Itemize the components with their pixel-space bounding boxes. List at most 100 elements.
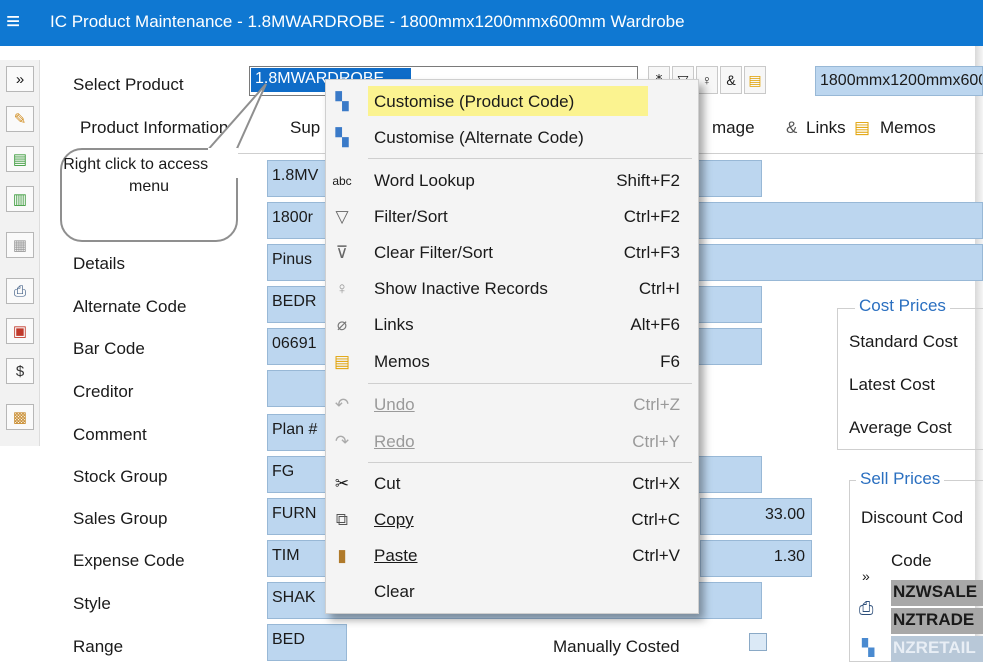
menu-item-label: Links bbox=[374, 315, 414, 334]
sell-prices-title: Sell Prices bbox=[856, 469, 945, 489]
menu-item-shortcut: Ctrl+V bbox=[632, 546, 680, 565]
menu-item-filter-sort[interactable]: ▽ Filter/Sort Ctrl+F2 bbox=[326, 199, 698, 235]
memo-icon: ▤ bbox=[333, 352, 351, 371]
inactive-records-icon: ♀ bbox=[335, 279, 349, 298]
product-description-field[interactable]: 1800mmx1200mmx600mm Wardrobe bbox=[815, 66, 983, 96]
expand-chevron-icon[interactable]: » bbox=[862, 568, 870, 584]
customise-icon: ▚ bbox=[335, 92, 349, 111]
context-menu: ▚ Customise (Product Code) ▚ Customise (… bbox=[325, 79, 699, 614]
memo-icon: ▤ bbox=[854, 118, 871, 137]
menu-separator bbox=[368, 158, 692, 159]
sales-group-label: Sales Group bbox=[73, 509, 168, 528]
menu-item-label: Customise (Alternate Code) bbox=[374, 128, 584, 147]
menu-item-label: Show Inactive Records bbox=[374, 279, 548, 298]
tab-supplier[interactable]: Sup bbox=[290, 118, 320, 138]
standard-cost-label: Standard Cost bbox=[849, 332, 958, 351]
menu-item-redo[interactable]: ↷ Redo Ctrl+Y bbox=[326, 424, 698, 460]
discount-code-label: Discount Cod bbox=[861, 508, 964, 527]
menu-item-word-lookup[interactable]: abc Word Lookup Shift+F2 bbox=[326, 163, 698, 199]
links-icon[interactable]: & bbox=[720, 66, 742, 94]
menu-item-shortcut: Shift+F2 bbox=[616, 171, 680, 190]
stock-icon[interactable]: ▩ bbox=[6, 404, 34, 430]
menu-separator bbox=[368, 383, 692, 384]
menu-item-label: Word Lookup bbox=[374, 171, 475, 190]
menu-item-paste[interactable]: ▮ Paste Ctrl+V bbox=[326, 538, 698, 574]
paperclip-icon: ⌀ bbox=[336, 315, 348, 334]
menu-item-label: Clear bbox=[374, 582, 415, 601]
menu-item-show-inactive-records[interactable]: ♀ Show Inactive Records Ctrl+I bbox=[326, 271, 698, 307]
range-label: Range bbox=[73, 637, 124, 656]
menu-item-customise-product-code[interactable]: ▚ Customise (Product Code) bbox=[326, 84, 698, 120]
delete-record-icon[interactable]: ▦ bbox=[6, 232, 34, 258]
tab-memos[interactable]: Memos bbox=[880, 118, 936, 138]
links-icon: & bbox=[786, 118, 798, 137]
menu-item-label: Memos bbox=[374, 352, 430, 371]
manually-costed-checkbox[interactable] bbox=[749, 633, 767, 651]
menu-item-label: Customise (Product Code) bbox=[374, 92, 575, 111]
customise-icon[interactable]: ▚ bbox=[862, 638, 874, 658]
bar-code-label: Bar Code bbox=[73, 339, 145, 358]
menu-item-customise-alternate-code[interactable]: ▚ Customise (Alternate Code) bbox=[326, 120, 698, 156]
card-icon[interactable]: ▣ bbox=[6, 318, 34, 344]
sell-price-row[interactable]: NZRETAIL bbox=[891, 636, 983, 662]
style-label: Style bbox=[73, 594, 111, 613]
menu-item-shortcut: Ctrl+F2 bbox=[623, 207, 680, 226]
menu-item-shortcut: Ctrl+Z bbox=[633, 395, 680, 414]
menu-item-label: Copy bbox=[374, 510, 414, 529]
title-bar: ≡ IC Product Maintenance - 1.8MWARDROBE … bbox=[0, 0, 983, 46]
code-column-header: Code bbox=[891, 551, 932, 570]
redo-icon: ↷ bbox=[334, 432, 350, 451]
range-field[interactable]: BED bbox=[267, 624, 347, 661]
stock-group-label: Stock Group bbox=[73, 467, 168, 486]
copy-record-icon[interactable]: ▥ bbox=[6, 186, 34, 212]
alternate-code-label: Alternate Code bbox=[73, 297, 187, 316]
menu-item-label: Undo bbox=[374, 395, 415, 414]
menu-item-copy[interactable]: ⧉ Copy Ctrl+C bbox=[326, 502, 698, 538]
menu-item-shortcut: Ctrl+I bbox=[638, 279, 680, 298]
inactive-records-icon[interactable]: ♀ bbox=[696, 66, 718, 94]
paste-icon: ▮ bbox=[337, 546, 347, 565]
menu-item-memos[interactable]: ▤ Memos F6 bbox=[326, 344, 698, 380]
details-label: Details bbox=[73, 254, 125, 273]
window-title: IC Product Maintenance - 1.8MWARDROBE - … bbox=[50, 12, 685, 31]
clear-filter-icon: ⊽ bbox=[335, 243, 349, 262]
tab-links[interactable]: Links bbox=[806, 118, 846, 138]
menu-item-clear-filter-sort[interactable]: ⊽ Clear Filter/Sort Ctrl+F3 bbox=[326, 235, 698, 271]
creditor-label: Creditor bbox=[73, 382, 134, 401]
menu-item-shortcut: Alt+F6 bbox=[630, 315, 680, 334]
edit-icon[interactable]: ✎ bbox=[6, 106, 34, 132]
menu-item-label: Cut bbox=[374, 474, 401, 493]
latest-cost-label: Latest Cost bbox=[849, 375, 935, 394]
menu-item-shortcut: F6 bbox=[660, 352, 680, 371]
menu-item-undo[interactable]: ↶ Undo Ctrl+Z bbox=[326, 387, 698, 423]
memo-icon[interactable]: ▤ bbox=[744, 66, 766, 94]
menu-item-shortcut: Ctrl+Y bbox=[632, 432, 680, 451]
print-icon[interactable]: ⎙ bbox=[859, 598, 873, 619]
copy-icon: ⧉ bbox=[335, 510, 349, 529]
sales-value-field[interactable]: 33.00 bbox=[700, 498, 812, 535]
menu-item-label: Clear Filter/Sort bbox=[374, 243, 494, 262]
scissors-icon: ✂ bbox=[334, 474, 350, 493]
print-icon[interactable]: ⎙ bbox=[6, 278, 34, 304]
tab-image[interactable]: mage bbox=[712, 118, 755, 138]
hamburger-icon[interactable]: ≡ bbox=[6, 8, 20, 36]
menu-separator bbox=[368, 462, 692, 463]
cost-prices-title: Cost Prices bbox=[855, 296, 950, 316]
select-product-label: Select Product bbox=[73, 75, 184, 94]
menu-item-links[interactable]: ⌀ Links Alt+F6 bbox=[326, 307, 698, 343]
expand-chevron-icon[interactable]: » bbox=[6, 66, 34, 92]
sell-price-row[interactable]: NZWSALE bbox=[891, 580, 983, 606]
sell-price-row[interactable]: NZTRADE bbox=[891, 608, 983, 634]
filter-icon: ▽ bbox=[335, 207, 349, 226]
menu-item-label: Paste bbox=[374, 546, 418, 565]
menu-item-shortcut: Ctrl+X bbox=[632, 474, 680, 493]
new-record-icon[interactable]: ▤ bbox=[6, 146, 34, 172]
word-lookup-icon: abc bbox=[332, 174, 352, 188]
menu-item-clear[interactable]: Clear bbox=[326, 574, 698, 610]
expense-value-field[interactable]: 1.30 bbox=[700, 540, 812, 577]
callout-tail-mask bbox=[208, 148, 238, 178]
comment-label: Comment bbox=[73, 425, 147, 444]
menu-item-label: Redo bbox=[374, 432, 415, 451]
price-icon[interactable]: $ bbox=[6, 358, 34, 384]
menu-item-cut[interactable]: ✂ Cut Ctrl+X bbox=[326, 466, 698, 502]
